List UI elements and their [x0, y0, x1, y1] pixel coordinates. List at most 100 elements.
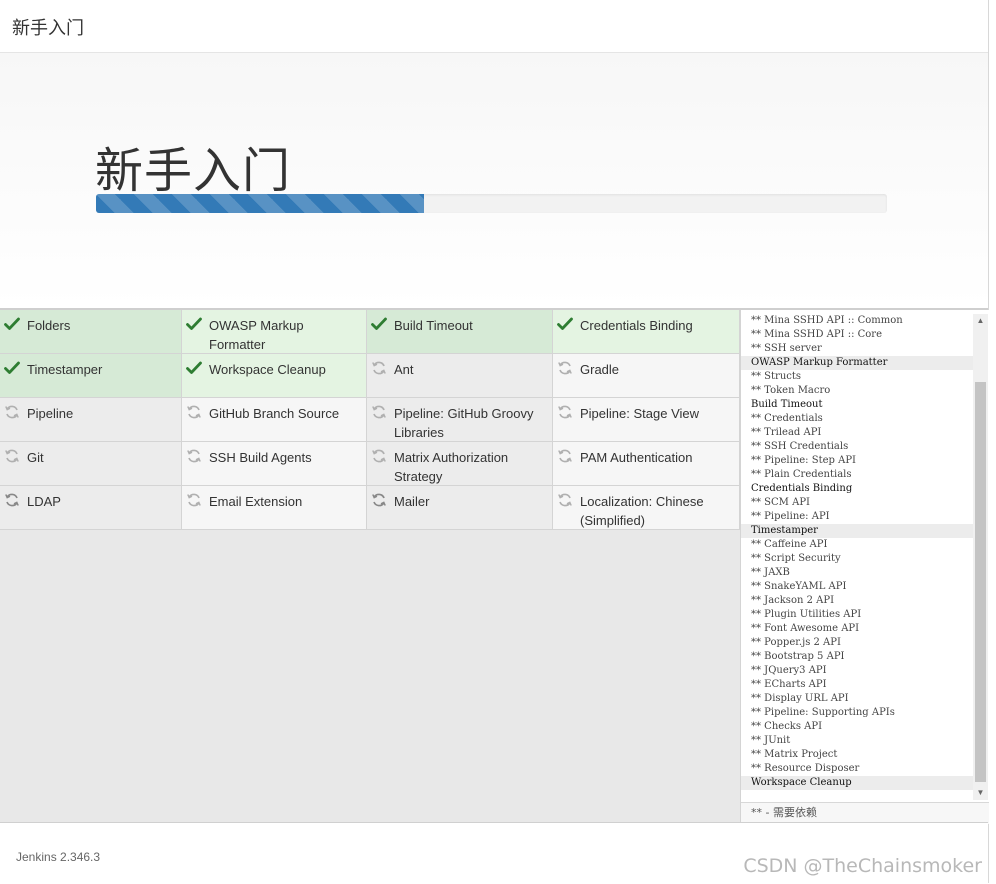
scroll-up-icon[interactable]: ▲ [973, 314, 988, 328]
log-scrollbar[interactable]: ▲ ▼ [973, 314, 988, 800]
wizard-header: 新手入门 [0, 0, 988, 53]
log-dependency-line: ** Plugin Utilities API [751, 609, 862, 620]
plugin-tile: LDAP [0, 486, 182, 530]
watermark-text: CSDN @TheChainsmoker [743, 855, 982, 877]
log-dependency-line: ** Token Macro [751, 385, 831, 396]
refresh-icon [4, 404, 20, 420]
log-dependency-line: ** Pipeline: Supporting APIs [751, 707, 895, 718]
plugin-tile: Email Extension [182, 486, 367, 530]
check-icon [4, 316, 20, 332]
refresh-icon [186, 404, 202, 420]
plugin-tile: Folders [0, 310, 182, 354]
log-plugin-header: Timestamper [741, 524, 973, 538]
plugin-name: Build Timeout [394, 318, 473, 333]
log-dependency-line: ** Script Security [751, 553, 841, 564]
plugin-tile: PAM Authentication [553, 442, 740, 486]
refresh-icon [4, 448, 20, 464]
log-dependency-line: ** Caffeine API [751, 539, 828, 550]
refresh-icon [557, 360, 573, 376]
plugin-tile: Workspace Cleanup [182, 354, 367, 398]
log-dependency-line: ** ECharts API [751, 679, 827, 690]
plugin-tile: Matrix Authorization Strategy [367, 442, 553, 486]
plugin-name: Pipeline: GitHub Groovy Libraries [394, 406, 534, 440]
install-log[interactable]: ** Mina SSHD API :: Common** Mina SSHD A… [741, 314, 973, 800]
log-dependency-line: ** Structs [751, 371, 802, 382]
log-plugin-header: Credentials Binding [751, 483, 853, 494]
refresh-icon [371, 448, 387, 464]
check-icon [371, 316, 387, 332]
install-progress-bar [96, 194, 887, 213]
refresh-icon [557, 448, 573, 464]
log-dependency-line: ** Pipeline: API [751, 511, 830, 522]
check-icon [186, 360, 202, 376]
plugin-name: Matrix Authorization Strategy [394, 450, 509, 484]
log-dependency-line: ** JQuery3 API [751, 665, 827, 676]
refresh-icon [371, 404, 387, 420]
plugin-name: OWASP Markup Formatter [209, 318, 304, 352]
log-dependency-line: ** Popper.js 2 API [751, 637, 841, 648]
log-dependency-line: ** Bootstrap 5 API [751, 651, 845, 662]
install-progress-fill [96, 194, 425, 213]
scroll-down-icon[interactable]: ▼ [973, 786, 988, 800]
plugin-name: Pipeline: Stage View [580, 406, 700, 421]
dependency-legend: ** - 需要依赖 [741, 802, 989, 824]
plugin-name: LDAP [27, 494, 61, 509]
log-dependency-line: ** Pipeline: Step API [751, 455, 856, 466]
log-dependency-line: ** Resource Disposer [751, 763, 860, 774]
plugin-name: Localization: Chinese (Simplified) [580, 494, 704, 528]
plugin-tile: SSH Build Agents [182, 442, 367, 486]
log-dependency-line: ** Display URL API [751, 693, 849, 704]
plugin-name: Workspace Cleanup [209, 362, 326, 377]
plugin-tile: Gradle [553, 354, 740, 398]
log-plugin-header: Workspace Cleanup [741, 776, 973, 790]
log-dependency-line: ** SSH Credentials [751, 441, 849, 452]
plugin-name: Folders [27, 318, 71, 333]
plugin-tile: Git [0, 442, 182, 486]
jenkins-version: Jenkins 2.346.3 [16, 850, 101, 864]
page-title: 新手入门 [95, 143, 292, 199]
plugin-name: Pipeline [27, 406, 74, 421]
plugin-tile: Pipeline: GitHub Groovy Libraries [367, 398, 553, 442]
log-dependency-line: ** Mina SSHD API :: Common [751, 315, 903, 326]
refresh-icon [186, 448, 202, 464]
plugin-tile: Ant [367, 354, 553, 398]
plugin-tile: Timestamper [0, 354, 182, 398]
log-plugin-header: Build Timeout [751, 399, 823, 410]
plugin-tile: Localization: Chinese (Simplified) [553, 486, 740, 530]
plugin-name: SSH Build Agents [209, 450, 312, 465]
refresh-icon [557, 404, 573, 420]
check-icon [4, 360, 20, 376]
log-dependency-line: ** Mina SSHD API :: Core [751, 329, 883, 340]
check-icon [557, 316, 573, 332]
plugin-install-panel: Folders OWASP Markup Formatter Build Timeo… [0, 308, 989, 824]
check-icon [186, 316, 202, 332]
log-dependency-line: ** SSH server [751, 343, 822, 354]
plugin-name: Timestamper [27, 362, 103, 377]
plugin-name: GitHub Branch Source [209, 406, 340, 421]
plugin-grid: Folders OWASP Markup Formatter Build Timeo… [0, 310, 740, 530]
refresh-icon [371, 360, 387, 376]
plugin-name: Ant [394, 362, 414, 377]
refresh-icon [557, 492, 573, 508]
plugin-name: Git [27, 450, 44, 465]
plugin-name: Email Extension [209, 494, 303, 509]
plugin-tile: Build Timeout [367, 310, 553, 354]
log-dependency-line: ** SCM API [751, 497, 810, 508]
log-scrollbar-thumb[interactable] [975, 382, 986, 782]
plugin-name: Mailer [394, 494, 430, 509]
log-dependency-line: ** Checks API [751, 721, 823, 732]
log-dependency-line: ** JAXB [751, 567, 790, 578]
refresh-icon [186, 492, 202, 508]
log-dependency-line: ** Plain Credentials [751, 469, 852, 480]
log-dependency-line: ** Trilead API [751, 427, 822, 438]
log-dependency-line: ** JUnit [751, 735, 791, 746]
log-dependency-line: ** Font Awesome API [751, 623, 860, 634]
log-dependency-line: ** Jackson 2 API [751, 595, 835, 606]
log-dependency-line: ** Credentials [751, 413, 823, 424]
install-log-panel: ** Mina SSHD API :: Common** Mina SSHD A… [740, 310, 989, 824]
refresh-active-icon [4, 492, 20, 508]
log-dependency-line: ** Matrix Project [751, 749, 838, 760]
plugin-tile: Credentials Binding [553, 310, 740, 354]
log-plugin-header: OWASP Markup Formatter [741, 356, 973, 370]
hero-section: 新手入门 [0, 53, 988, 308]
